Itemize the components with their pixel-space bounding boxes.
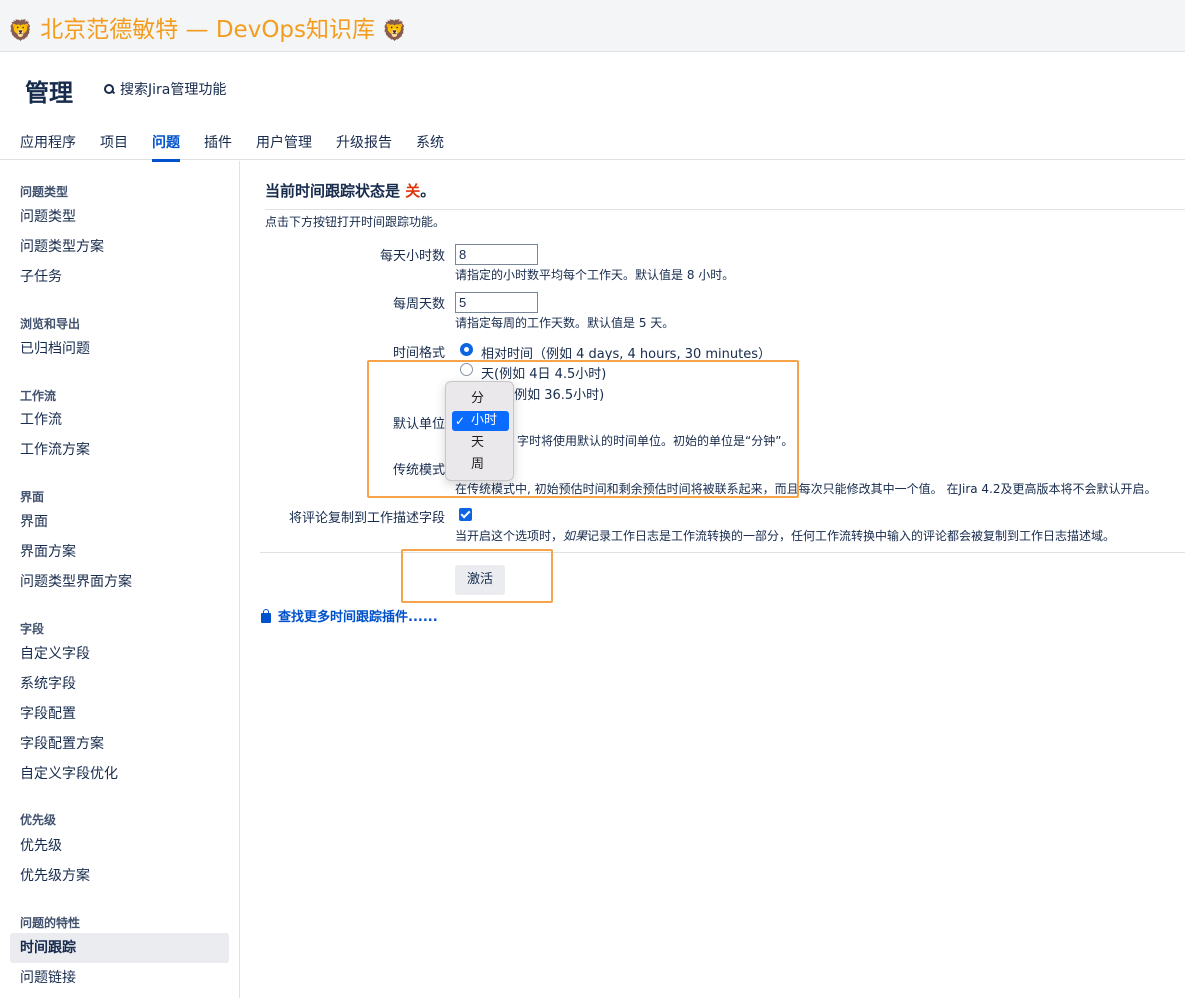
sidebar-item-screens[interactable]: 界面: [10, 507, 229, 537]
time-format-radio-pretty[interactable]: [460, 343, 473, 356]
sidebar-item-screen-schemes[interactable]: 界面方案: [10, 537, 229, 567]
status-prefix: 当前时间跟踪状态是: [265, 182, 401, 200]
intro-text: 点击下方按钮打开时间跟踪功能。: [265, 215, 446, 229]
sidebar-item-custom-fields[interactable]: 自定义字段: [10, 639, 229, 669]
sidebar-item-field-configurations[interactable]: 字段配置: [10, 699, 229, 729]
search-icon: [104, 84, 115, 95]
tab-system[interactable]: 系统: [416, 132, 444, 160]
status-suffix: 。: [420, 182, 436, 200]
hours-per-day-label: 每天小时数: [379, 249, 445, 264]
hours-per-day-input[interactable]: [455, 244, 538, 265]
copy-comment-desc: 当开启这个选项时，如果记录工作日志是工作流转换的一部分，任何工作流转换中输入的评…: [455, 527, 1115, 544]
admin-sidebar: 问题类型 问题类型 问题类型方案 子任务 浏览和导出 已归档问题 工作流 工作流…: [0, 161, 240, 998]
sidebar-item-issue-type-schemes[interactable]: 问题类型方案: [10, 232, 229, 262]
sidebar-item-issue-type-screen-schemes[interactable]: 问题类型界面方案: [10, 567, 229, 597]
tab-plugins[interactable]: 插件: [204, 132, 232, 160]
sidebar-item-field-configuration-schemes[interactable]: 字段配置方案: [10, 729, 229, 759]
main-content: 当前时间跟踪状态是 关。 点击下方按钮打开时间跟踪功能。 每天小时数 请指定的小…: [260, 161, 1185, 998]
marketplace-bag-icon: [260, 609, 272, 623]
copy-comment-desc-start: 当开启这个选项时，: [455, 529, 564, 543]
copy-comment-desc-emphasis: 如果: [563, 529, 588, 543]
copy-comment-desc-end: 记录工作日志是工作流转换的一部分，任何工作流转换中输入的评论都会被复制到工作日志…: [587, 529, 1116, 543]
sidebar-item-issue-types[interactable]: 问题类型: [10, 202, 229, 232]
sidebar-item-workflow-schemes[interactable]: 工作流方案: [10, 435, 229, 465]
time-tracking-status: 当前时间跟踪状态是 关。: [265, 180, 1185, 210]
days-per-week-label: 每周天数: [392, 297, 445, 312]
admin-tabs: 应用程序 项目 问题 插件 用户管理 升级报告 系统: [20, 132, 468, 162]
form-divider: [260, 552, 1185, 553]
tab-upgrade-report[interactable]: 升级报告: [336, 132, 392, 160]
sidebar-group-title: 浏览和导出: [20, 317, 81, 331]
sidebar-group-title: 字段: [20, 622, 45, 636]
sidebar-item-issue-linking[interactable]: 问题链接: [10, 963, 229, 993]
sidebar-item-time-tracking[interactable]: 时间跟踪: [10, 933, 229, 963]
copy-comment-checkbox[interactable]: [459, 508, 472, 521]
highlight-box-settings: [367, 360, 799, 498]
sidebar-group-title: 工作流: [20, 389, 57, 403]
days-per-week-input[interactable]: [455, 292, 538, 313]
banner-title: 🦁 北京范德敏特 — DevOps知识库 🦁: [8, 10, 407, 44]
days-per-week-desc: 请指定每周的工作天数。默认值是 5 天。: [455, 316, 675, 330]
sidebar-item-archived-issues[interactable]: 已归档问题: [10, 334, 229, 364]
highlight-box-activate: [401, 549, 553, 603]
sidebar-group-title: 优先级: [20, 813, 57, 827]
lion-emoji-icon: 🦁: [382, 18, 408, 42]
admin-search-button[interactable]: 搜索Jira管理功能: [104, 79, 226, 99]
sidebar-item-priorities[interactable]: 优先级: [10, 831, 229, 861]
copy-comment-label: 将评论复制到工作描述字段: [288, 511, 445, 526]
hours-per-day-desc: 请指定的小时数平均每个工作天。默认值是 8 小时。: [455, 268, 735, 282]
sidebar-group-title: 问题的特性: [20, 916, 81, 930]
tab-projects[interactable]: 项目: [100, 132, 128, 160]
sidebar-item-subtasks[interactable]: 子任务: [10, 262, 229, 292]
banner-title-text: 北京范德敏特 — DevOps知识库: [40, 17, 375, 43]
tab-applications[interactable]: 应用程序: [20, 132, 76, 160]
lion-emoji-icon: 🦁: [8, 18, 33, 42]
time-format-label: 时间格式: [392, 346, 445, 361]
sidebar-item-workflows[interactable]: 工作流: [10, 405, 229, 435]
site-banner: 🦁 北京范德敏特 — DevOps知识库 🦁: [0, 0, 1185, 52]
sidebar-group-title: 问题类型: [20, 185, 69, 199]
page-title: 管理: [25, 79, 73, 107]
admin-search-label: 搜索Jira管理功能: [120, 82, 227, 98]
tab-issues[interactable]: 问题: [152, 132, 180, 162]
status-value: 关: [405, 182, 421, 200]
sidebar-item-priority-schemes[interactable]: 优先级方案: [10, 861, 229, 891]
sidebar-item-custom-field-optimizer[interactable]: 自定义字段优化: [10, 759, 229, 789]
sidebar-item-system-fields[interactable]: 系统字段: [10, 669, 229, 699]
tab-user-management[interactable]: 用户管理: [256, 132, 312, 160]
sidebar-group-title: 界面: [20, 490, 45, 504]
find-more-plugins-text: 查找更多时间跟踪插件......: [278, 610, 438, 625]
find-more-plugins-link[interactable]: 查找更多时间跟踪插件......: [260, 606, 438, 625]
admin-header: 管理 搜索Jira管理功能 应用程序 项目 问题 插件 用户管理 升级报告 系统: [0, 52, 1185, 162]
